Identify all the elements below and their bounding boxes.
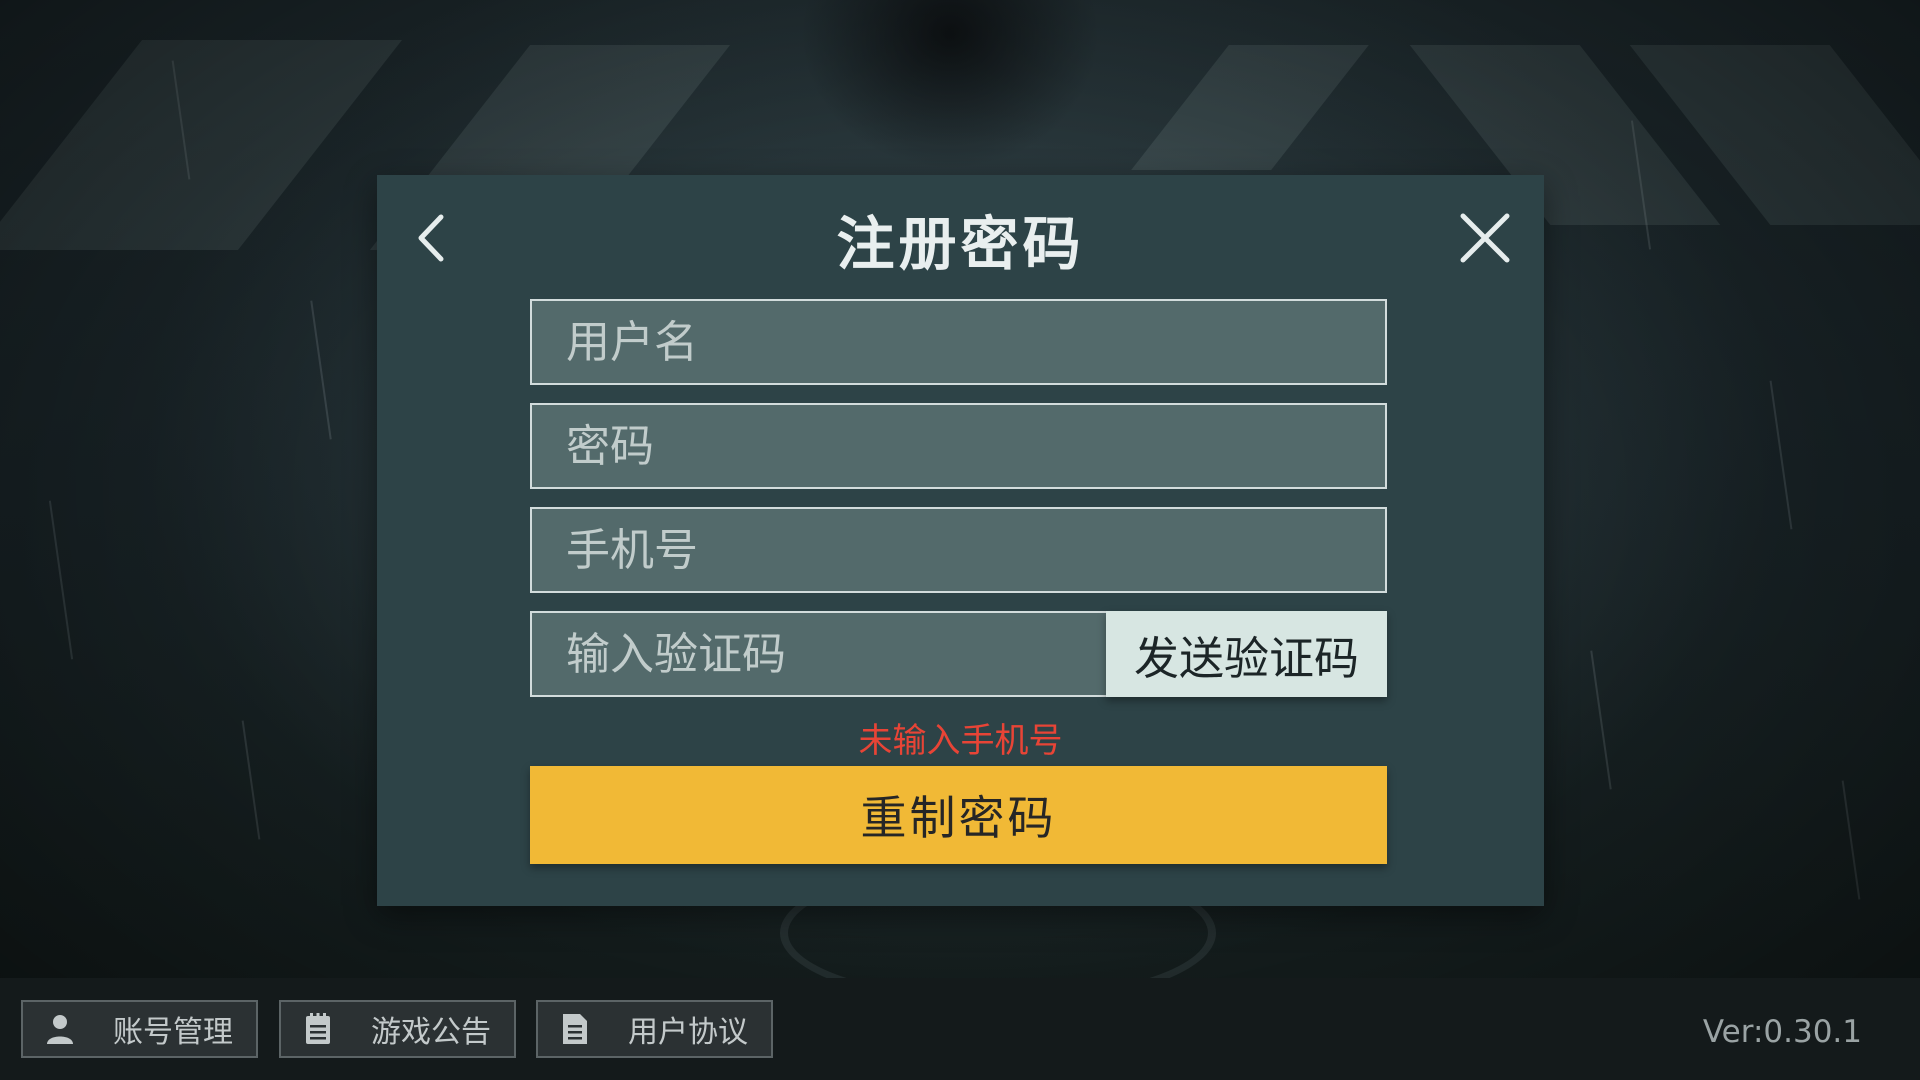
user-agreement-label: 用户协议	[628, 1015, 748, 1050]
version-label: Ver:0.30.1	[1702, 1014, 1862, 1050]
username-input[interactable]	[532, 301, 1385, 383]
account-management-label: 账号管理	[113, 1015, 233, 1050]
bottom-bar: 账号管理 游戏公告 用户协议 Ver:0.30.1	[0, 978, 1920, 1080]
send-code-button[interactable]: 发送验证码	[1106, 611, 1387, 697]
username-field-box	[530, 299, 1387, 385]
account-management-button[interactable]: 账号管理	[21, 1000, 258, 1058]
password-input[interactable]	[532, 405, 1385, 487]
phone-input[interactable]	[532, 509, 1385, 591]
verification-code-input[interactable]	[532, 613, 1106, 695]
user-icon	[43, 1012, 77, 1046]
game-notice-label: 游戏公告	[371, 1015, 491, 1050]
close-icon	[1460, 213, 1510, 263]
document-icon	[558, 1012, 592, 1046]
code-field-box	[530, 611, 1108, 697]
reset-password-dialog: 注册密码 发送验证码 未输入手机号 重制密码	[377, 175, 1544, 906]
login-screen: 注册密码 发送验证码 未输入手机号 重制密码	[0, 0, 1920, 1080]
game-notice-button[interactable]: 游戏公告	[279, 1000, 516, 1058]
user-agreement-button[interactable]: 用户协议	[536, 1000, 773, 1058]
error-message: 未输入手机号	[858, 721, 1063, 761]
phone-field-box	[530, 507, 1387, 593]
dialog-title: 注册密码	[836, 210, 1085, 278]
notepad-icon	[301, 1012, 335, 1046]
close-button[interactable]	[1450, 203, 1520, 273]
reset-password-button[interactable]: 重制密码	[530, 766, 1387, 864]
password-field-box	[530, 403, 1387, 489]
